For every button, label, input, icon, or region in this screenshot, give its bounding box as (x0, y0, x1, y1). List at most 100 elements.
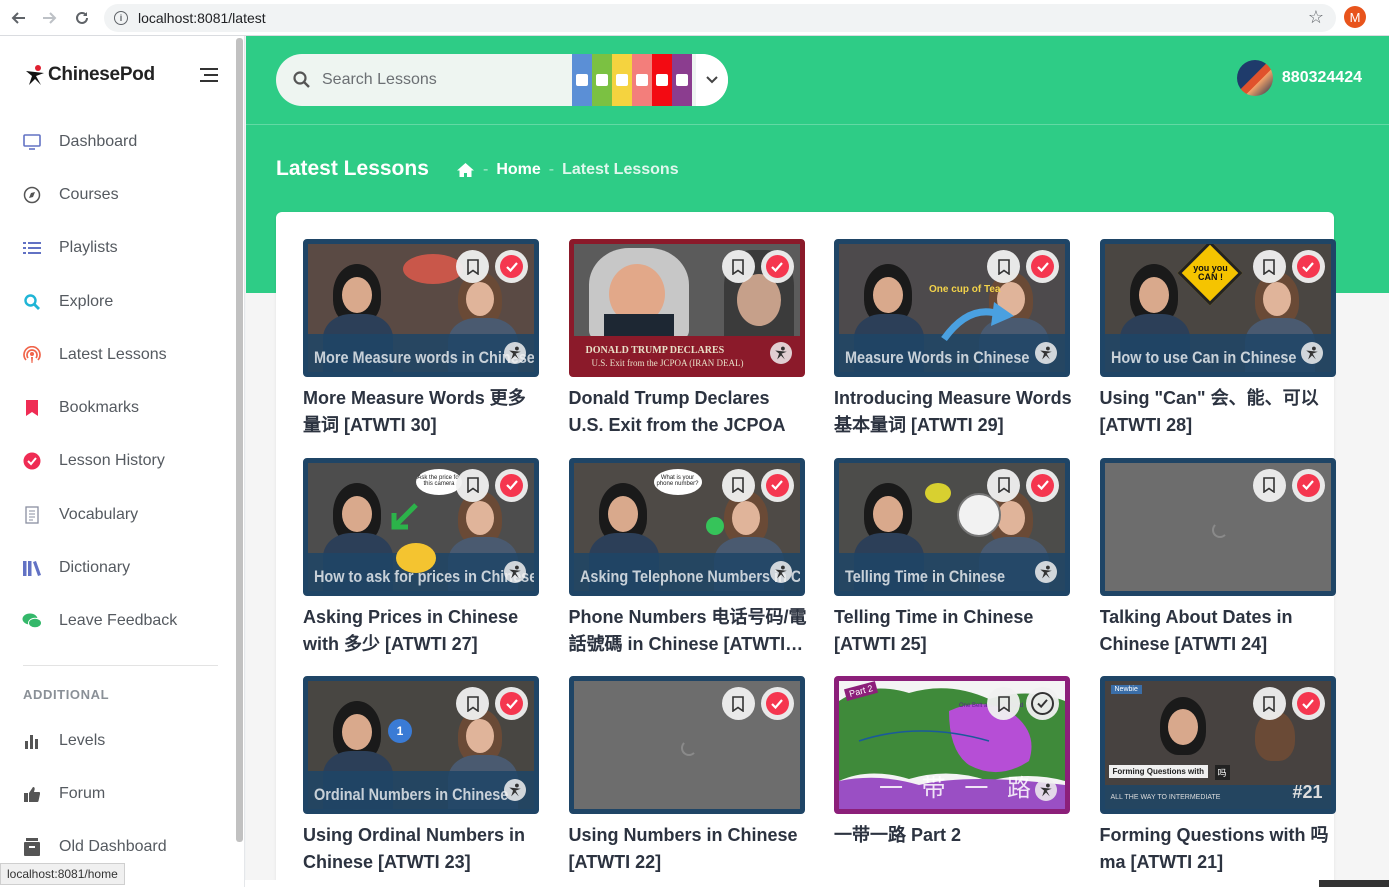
section-label-additional: ADDITIONAL (23, 687, 110, 702)
lesson-title[interactable]: More Measure Words 更多量词 [ATWTI 30] (303, 385, 543, 439)
bookmark-button[interactable] (456, 468, 489, 502)
sidebar-item-dictionary[interactable]: Dictionary (0, 541, 236, 594)
user-menu[interactable]: 880324424 (1236, 60, 1362, 96)
mark-complete-button[interactable] (760, 468, 794, 502)
lesson-title[interactable]: Forming Questions with 吗 ma [ATWTI 21] (1100, 822, 1340, 876)
mark-complete-button[interactable] (1026, 687, 1059, 720)
lesson-thumbnail[interactable]: One cup of Tea Measure Words in Chinese (834, 239, 1070, 377)
sidebar-item-label: Explore (59, 292, 114, 310)
level-toggle-3[interactable] (612, 54, 632, 106)
breadcrumb-current: Latest Lessons (562, 161, 679, 178)
lesson-thumbnail[interactable]: What is your phone number? Asking Telepho… (568, 457, 805, 596)
bookmark-button[interactable] (721, 468, 755, 502)
chinesepod-badge-icon (1300, 342, 1323, 364)
lesson-title[interactable]: Telling Time in Chinese [ATWTI 25] (834, 604, 1074, 658)
avatar[interactable] (1236, 60, 1273, 96)
lesson-title[interactable]: Introducing Measure Words 基本量词 [ATWTI 29… (834, 385, 1074, 439)
bookmark-button[interactable] (987, 687, 1020, 720)
mark-complete-button[interactable] (1026, 250, 1059, 283)
breadcrumb: - Home - Latest Lessons (456, 161, 679, 179)
search-input[interactable] (322, 54, 572, 106)
mark-complete-button[interactable] (495, 250, 528, 283)
sidebar-item-lesson-history[interactable]: Lesson History (0, 435, 236, 488)
sidebar-item-latest-lessons[interactable]: Latest Lessons (0, 328, 236, 381)
sidebar-item-courses[interactable]: Courses (0, 168, 236, 221)
address-bar[interactable]: i localhost:8081/latest ☆ (104, 4, 1336, 32)
level-dropdown-chevron-icon[interactable] (696, 54, 728, 106)
lesson-thumbnail[interactable] (568, 676, 805, 814)
level-toggle-2[interactable] (592, 54, 612, 106)
level-toggle-4[interactable] (632, 54, 652, 106)
bookmark-button[interactable] (456, 250, 489, 283)
bookmark-button[interactable] (456, 687, 489, 720)
search-bar (276, 54, 728, 106)
lesson-thumbnail[interactable]: you you CAN ! How to use Can in Chinese (1099, 239, 1336, 377)
thumb-caption: ALL THE WAY TO INTERMEDIATE (1110, 794, 1221, 801)
reload-icon[interactable] (66, 2, 98, 34)
sidebar-scrollbar[interactable] (236, 38, 243, 842)
lesson-thumbnail[interactable] (1099, 457, 1336, 596)
lesson-title[interactable]: Asking Prices in Chinese with 多少 [ATWTI … (303, 604, 543, 658)
forward-icon[interactable] (34, 2, 66, 34)
bookmark-button[interactable] (721, 250, 755, 283)
lesson-title[interactable]: Phone Numbers 电话号码/電話號碼 in Chinese [ATWT… (569, 604, 809, 658)
browser-profile-avatar[interactable]: M (1344, 6, 1366, 28)
lesson-title[interactable]: Talking About Dates in Chinese [ATWTI 24… (1100, 604, 1340, 658)
bookmark-button[interactable] (1252, 687, 1286, 720)
thumb-caption: Telling Time in Chinese (845, 566, 1006, 586)
level-filter[interactable] (572, 54, 692, 106)
lesson-thumbnail[interactable]: DONALD TRUMP DECLARES U.S. Exit from the … (568, 239, 805, 377)
lesson-title[interactable]: Using Numbers in Chinese [ATWTI 22] (569, 822, 809, 876)
chinesepod-badge-icon (504, 342, 526, 364)
sidebar-item-playlists[interactable]: Playlists (0, 222, 236, 275)
sidebar-item-bookmarks[interactable]: Bookmarks (0, 381, 236, 434)
menu-toggle-icon[interactable] (200, 68, 218, 86)
mark-complete-button[interactable] (1291, 250, 1325, 283)
sidebar-item-vocabulary[interactable]: Vocabulary (0, 488, 236, 541)
books-icon (22, 558, 42, 578)
sidebar-item-label: Old Dashboard (59, 838, 167, 856)
sidebar-item-levels[interactable]: Levels (0, 714, 236, 767)
site-info-icon[interactable]: i (114, 11, 128, 25)
lesson-thumbnail[interactable]: 1 Ordinal Numbers in Chinese (303, 676, 539, 814)
breadcrumb-home[interactable]: Home (496, 161, 540, 179)
sidebar-item-label: Courses (59, 185, 119, 203)
bookmark-button[interactable] (987, 468, 1020, 502)
bookmark-star-icon[interactable]: ☆ (1308, 7, 1324, 28)
check-circle-icon (500, 473, 523, 497)
sidebar-item-forum[interactable]: Forum (0, 767, 236, 820)
bookmark-button[interactable] (721, 687, 755, 720)
check-circle-outline-icon (1031, 692, 1054, 715)
lesson-title[interactable]: Using Ordinal Numbers in Chinese [ATWTI … (303, 822, 543, 876)
bookmark-button[interactable] (1252, 468, 1286, 502)
mark-complete-button[interactable] (495, 468, 528, 502)
mark-complete-button[interactable] (1026, 468, 1059, 502)
sidebar-item-dashboard[interactable]: Dashboard (0, 115, 236, 168)
additional-nav: Levels Forum Old Dashboard (0, 714, 236, 874)
bookmark-button[interactable] (987, 250, 1020, 283)
lesson-title[interactable]: Donald Trump Declares U.S. Exit from the… (569, 385, 809, 439)
home-icon[interactable] (456, 162, 475, 178)
sidebar-item-explore[interactable]: Explore (0, 275, 236, 328)
level-toggle-1[interactable] (572, 54, 592, 106)
back-icon[interactable] (2, 2, 34, 34)
lesson-thumbnail[interactable]: Newbie Forming Questions with 吗 ALL THE WAY… (1099, 676, 1336, 814)
lesson-thumbnail[interactable]: More Measure words in Chinese (303, 239, 539, 377)
lesson-title[interactable]: 一带一路 Part 2 (834, 822, 1074, 849)
bookmark-button[interactable] (1252, 250, 1286, 283)
lesson-thumbnail[interactable]: Ask the price for this camera How to ask … (303, 457, 539, 596)
check-circle-icon (500, 692, 523, 715)
mark-complete-button[interactable] (1291, 468, 1325, 502)
brand-logo[interactable]: ChinesePod (24, 64, 155, 86)
mark-complete-button[interactable] (760, 250, 794, 283)
mark-complete-button[interactable] (1291, 687, 1325, 720)
lesson-title[interactable]: Using "Can" 会、能、可以 [ATWTI 28] (1100, 385, 1340, 439)
level-toggle-5[interactable] (652, 54, 672, 106)
lesson-thumbnail[interactable]: Telling Time in Chinese (834, 457, 1070, 596)
bookmark-outline-icon (997, 477, 1010, 493)
level-toggle-6[interactable] (672, 54, 692, 106)
mark-complete-button[interactable] (495, 687, 528, 720)
lesson-thumbnail[interactable]: Part 2One Belt and One Road一 带 一 路 (834, 676, 1070, 814)
sidebar-item-leave-feedback[interactable]: Leave Feedback (0, 595, 236, 648)
mark-complete-button[interactable] (760, 687, 794, 720)
